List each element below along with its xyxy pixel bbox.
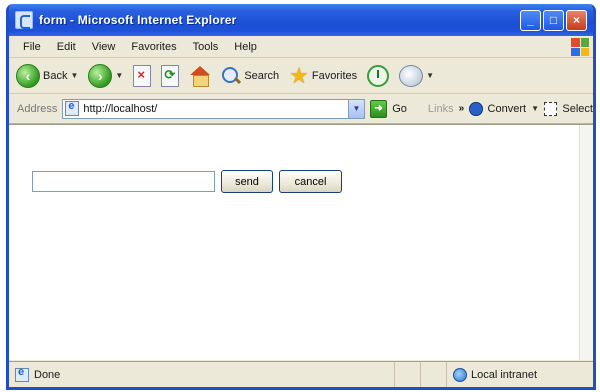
home-button[interactable]: [186, 61, 214, 91]
zone-label: Local intranet: [471, 368, 538, 381]
back-dropdown-icon[interactable]: ▼: [70, 71, 78, 80]
intranet-zone-icon: [453, 367, 467, 382]
address-bar: Address http://localhost/ ▼ ➜ Go Links »…: [9, 94, 593, 124]
go-arrow-icon[interactable]: ➜: [369, 99, 388, 118]
history-button[interactable]: [364, 61, 392, 91]
close-button[interactable]: ×: [566, 9, 587, 31]
menu-bar: File Edit View Favorites Tools Help: [9, 36, 593, 58]
standard-toolbar: ‹ Back ▼ › ▼ Search ★ Favorites: [9, 58, 593, 94]
search-button[interactable]: Search: [218, 61, 282, 91]
favorites-button[interactable]: ★ Favorites: [286, 61, 360, 91]
forward-button[interactable]: › ▼: [85, 61, 126, 91]
page-content: send cancel: [9, 124, 593, 360]
history-icon: [367, 64, 390, 87]
search-icon: [221, 66, 241, 86]
stop-button[interactable]: [130, 61, 154, 91]
window-title: form - Microsoft Internet Explorer: [39, 13, 237, 27]
go-button[interactable]: Go: [392, 103, 407, 115]
search-label: Search: [244, 69, 280, 82]
refresh-button[interactable]: [158, 61, 182, 91]
back-button[interactable]: ‹ Back ▼: [13, 61, 81, 91]
mail-dropdown-icon[interactable]: ▼: [426, 71, 434, 80]
status-main: Done: [9, 362, 395, 387]
mail-icon: [399, 64, 424, 87]
message-input[interactable]: [32, 171, 215, 192]
forward-dropdown-icon[interactable]: ▼: [115, 71, 123, 80]
convert-dropdown-icon[interactable]: ▼: [531, 104, 539, 113]
address-url: http://localhost/: [83, 102, 158, 115]
ie-icon: [15, 11, 33, 29]
page-icon: [65, 100, 80, 116]
select-button[interactable]: Select: [562, 103, 593, 115]
menu-favorites[interactable]: Favorites: [123, 39, 184, 55]
home-icon: [189, 65, 211, 87]
forward-icon: ›: [88, 63, 113, 88]
back-icon: ‹: [16, 63, 40, 88]
window-controls: _ □ ×: [520, 9, 587, 31]
menu-help[interactable]: Help: [226, 39, 265, 55]
vertical-scrollbar[interactable]: [579, 125, 593, 360]
maximize-button[interactable]: □: [543, 9, 564, 31]
menu-file[interactable]: File: [15, 39, 49, 55]
select-icon: [544, 101, 558, 116]
links-chevron-icon[interactable]: »: [459, 103, 465, 114]
star-icon: ★: [289, 62, 309, 88]
status-bar: Done Local intranet: [9, 361, 593, 387]
status-segment: [421, 362, 447, 387]
menu-edit[interactable]: Edit: [49, 39, 84, 55]
page-done-icon: [15, 366, 29, 382]
back-label: Back: [43, 69, 68, 82]
menu-view[interactable]: View: [84, 39, 124, 55]
browser-window: form - Microsoft Internet Explorer _ □ ×…: [6, 4, 596, 390]
address-input[interactable]: http://localhost/ ▼: [62, 98, 365, 119]
minimize-button[interactable]: _: [520, 9, 541, 31]
favorites-label: Favorites: [311, 69, 358, 82]
stop-icon: [133, 64, 152, 87]
convert-icon: [469, 101, 483, 116]
refresh-icon: [161, 64, 180, 87]
convert-button[interactable]: Convert: [488, 103, 527, 115]
menu-tools[interactable]: Tools: [185, 39, 227, 55]
send-button[interactable]: send: [221, 170, 273, 193]
security-zone[interactable]: Local intranet: [447, 362, 593, 387]
status-segment: [395, 362, 421, 387]
mail-button[interactable]: ▼: [396, 61, 437, 91]
address-dropdown-icon[interactable]: ▼: [347, 99, 364, 118]
title-bar[interactable]: form - Microsoft Internet Explorer _ □ ×: [9, 4, 593, 36]
windows-logo-icon: [571, 38, 589, 56]
status-text: Done: [34, 368, 61, 381]
cancel-button[interactable]: cancel: [279, 170, 342, 193]
links-label[interactable]: Links: [428, 103, 454, 115]
address-label: Address: [17, 102, 58, 115]
